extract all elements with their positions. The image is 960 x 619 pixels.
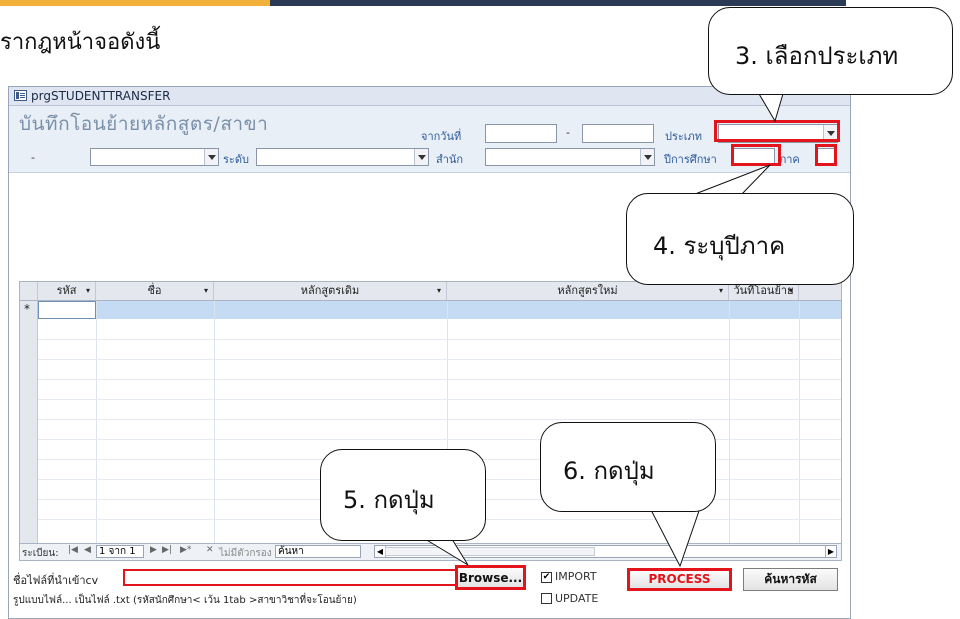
new-record-icon[interactable]: ▶*: [180, 545, 191, 555]
office-combo[interactable]: [485, 148, 655, 166]
callout-step4-text: 4. ระบุปีภาค: [653, 232, 786, 260]
column-header-code[interactable]: รหัส ▾: [38, 282, 96, 300]
year-highlight-box: [731, 144, 781, 166]
record-position-box[interactable]: 1 จาก 1: [96, 545, 144, 558]
sort-arrow-icon[interactable]: ▾: [86, 282, 90, 300]
filter-status[interactable]: ไม่มีตัวกรอง: [219, 546, 272, 561]
top-band-accent: [0, 0, 270, 6]
scrollbar-thumb[interactable]: [385, 547, 595, 556]
callout-step6-text: 6. กดปุ่ม: [563, 457, 655, 485]
browse-button[interactable]: Browse...: [455, 565, 526, 590]
row-divider: [38, 359, 841, 360]
date-separator: -: [566, 126, 570, 139]
last-record-icon[interactable]: ▶|: [162, 545, 172, 555]
import-file-label: ชื่อไฟล์ที่นำเข้าcv: [13, 574, 99, 587]
import-file-input[interactable]: [123, 569, 457, 586]
column-divider: [96, 301, 97, 543]
process-button[interactable]: PROCESS: [627, 568, 732, 591]
search-code-button[interactable]: ค้นหารหัส: [743, 568, 838, 591]
update-option-label: UPDATE: [555, 592, 599, 605]
column-divider: [214, 301, 215, 543]
year-label: ปีการศึกษา: [664, 153, 717, 166]
callout-step6: 6. กดปุ่ม: [540, 422, 716, 512]
document-top-band: [0, 0, 960, 6]
sort-arrow-icon[interactable]: ▾: [204, 282, 208, 300]
previous-record-icon[interactable]: ◀: [84, 545, 91, 555]
update-checkbox[interactable]: [541, 593, 552, 604]
import-option-label: IMPORT: [555, 570, 597, 583]
column-header-name[interactable]: ชื่อ ▾: [96, 282, 214, 300]
chevron-down-icon[interactable]: [640, 149, 654, 165]
callout-step5-text: 5. กดปุ่ม: [343, 486, 435, 514]
column-header-old-program[interactable]: หลักสูตรเดิม ▾: [214, 282, 447, 300]
row-divider: [38, 379, 841, 380]
column-header-label: หลักสูตรใหม่: [557, 284, 618, 297]
scroll-right-icon[interactable]: ▶: [825, 546, 836, 557]
from-date-input[interactable]: [485, 124, 557, 143]
form-title: บันทึกโอนย้ายหลักสูตร/สาขา: [19, 113, 269, 135]
new-record-marker: *: [24, 302, 30, 316]
row-selector-column[interactable]: [20, 301, 38, 543]
top-band-dark: [270, 0, 846, 6]
next-record-icon[interactable]: ▶: [150, 545, 157, 555]
filter-icon[interactable]: ✕: [206, 545, 214, 555]
callout-step3: 3. เลือกประเภท: [708, 7, 953, 95]
office-label: สำนัก: [436, 153, 464, 166]
new-record-row[interactable]: [38, 301, 841, 319]
record-navigation-bar: ระเบียน: |◀ ◀ 1 จาก 1 ▶ ▶| ▶* ✕ ไม่มีตัว…: [19, 544, 842, 561]
row-divider: [38, 399, 841, 400]
semester-label: ภาค: [779, 153, 800, 166]
sort-arrow-icon[interactable]: ▾: [437, 282, 441, 300]
row-divider: [38, 419, 841, 420]
record-label: ระเบียน:: [22, 548, 59, 559]
left-dash: -: [31, 151, 35, 164]
column-header-label: วันที่โอนย้าย: [733, 284, 794, 297]
search-box[interactable]: ค้นหา: [275, 545, 361, 558]
column-divider: [799, 301, 800, 543]
column-header-label: ชื่อ: [147, 284, 162, 297]
row-selector-header[interactable]: [20, 282, 38, 300]
document-intro-text: รากฎหน้าจอดังนี้: [0, 30, 161, 55]
column-header-label: หลักสูตรเดิม: [300, 284, 360, 297]
semester-highlight-box: [815, 144, 837, 166]
file-format-note: รูปแบบไฟล์... เป็นไฟล์ .txt (รหัสนักศึกษ…: [13, 595, 357, 606]
to-date-input[interactable]: [582, 124, 654, 143]
level-label: ระดับ: [223, 153, 249, 166]
import-checkbox[interactable]: ✔: [541, 572, 552, 583]
callout-step4: 4. ระบุปีภาค: [626, 193, 854, 285]
type-label: ประเภท: [665, 130, 703, 143]
column-divider: [729, 301, 730, 543]
level-combo[interactable]: [256, 148, 429, 166]
header-divider: [9, 172, 850, 173]
callout-step5: 5. กดปุ่ม: [320, 449, 486, 541]
column-header-label: รหัส: [56, 284, 77, 297]
horizontal-scrollbar[interactable]: ◀ ▶: [374, 545, 837, 558]
callout-step3-text: 3. เลือกประเภท: [735, 42, 899, 70]
row-divider: [38, 439, 841, 440]
row-divider: [38, 339, 841, 340]
program-combo[interactable]: [90, 148, 219, 166]
form-icon: [14, 90, 27, 101]
first-record-icon[interactable]: |◀: [68, 545, 78, 555]
new-record-code-cell[interactable]: [38, 301, 96, 319]
chevron-down-icon[interactable]: [414, 149, 428, 165]
from-date-label: จากวันที่: [421, 130, 462, 143]
chevron-down-icon[interactable]: [204, 149, 218, 165]
type-highlight-box: [714, 120, 840, 142]
window-title: prgSTUDENTTRANSFER: [31, 89, 171, 103]
